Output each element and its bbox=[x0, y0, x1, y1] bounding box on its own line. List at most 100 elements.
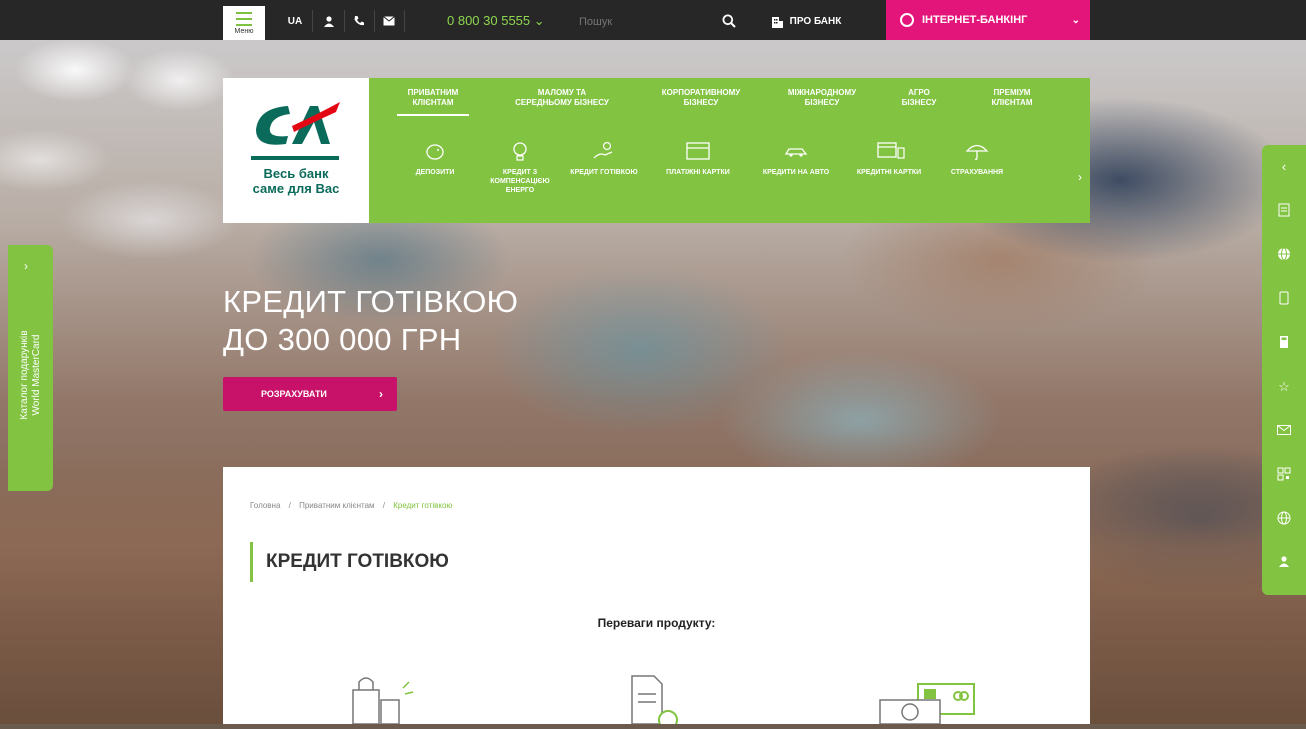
internet-banking-button[interactable]: ІНТЕРНЕТ-БАНКІНГ ⌄ bbox=[886, 0, 1090, 40]
umbrella-icon bbox=[964, 140, 990, 162]
tab-label: ПРЕМІУМ bbox=[993, 88, 1031, 97]
document-icon[interactable] bbox=[1276, 203, 1292, 219]
qr-icon[interactable] bbox=[1276, 467, 1292, 483]
user-icon[interactable] bbox=[1276, 555, 1292, 571]
money-cards-icon bbox=[878, 672, 978, 729]
product-energy-credit[interactable]: КРЕДИТ З КОМПЕНСАЦІЄЮ ЕНЕРГО bbox=[480, 140, 560, 195]
breadcrumb-private-clients[interactable]: Приватним клієнтам bbox=[299, 501, 374, 510]
separator bbox=[404, 10, 405, 32]
gift-catalog-label: Каталог подарунків World MasterCard bbox=[19, 330, 43, 419]
tab-label: ПРИВАТНИМ bbox=[407, 88, 459, 97]
mobile-icon[interactable] bbox=[1276, 291, 1292, 307]
language-switch[interactable]: UA bbox=[280, 8, 310, 34]
tab-agro-business[interactable]: АГРО БІЗНЕСУ bbox=[884, 88, 954, 108]
car-icon bbox=[783, 140, 809, 162]
chevron-down-icon: ⌄ bbox=[1071, 14, 1080, 26]
gift-catalog-tab[interactable]: › Каталог подарунків World MasterCard bbox=[8, 245, 53, 491]
hand-money-icon bbox=[591, 140, 617, 162]
star-icon[interactable]: ☆ bbox=[1276, 379, 1292, 395]
phone-icon[interactable] bbox=[348, 8, 370, 34]
logo-tagline: Весь банк саме для Вас bbox=[223, 166, 369, 196]
logo-tagline-line2: саме для Вас bbox=[252, 181, 340, 196]
mail-icon[interactable] bbox=[378, 8, 400, 34]
product-cash-credit[interactable]: КРЕДИТ ГОТІВКОЮ bbox=[564, 140, 644, 177]
logo-underline bbox=[251, 156, 339, 160]
tab-corporate-business[interactable]: КОРПОРАТИВНОМУ БІЗНЕСУ bbox=[646, 88, 756, 108]
product-label: ДЕПОЗИТИ bbox=[415, 169, 455, 176]
hero-title-line2: ДО 300 000 ГРН bbox=[223, 322, 462, 357]
main-navigation: ПРИВАТНИМ КЛІЄНТАМ МАЛОМУ ТА СЕРЕДНЬОМУ … bbox=[369, 78, 1090, 223]
chevron-right-icon: › bbox=[379, 387, 383, 401]
envelope-icon[interactable] bbox=[1276, 423, 1292, 439]
tab-label: КЛІЄНТАМ bbox=[412, 98, 454, 107]
shopping-bags-icon bbox=[345, 672, 425, 729]
product-deposits[interactable]: ДЕПОЗИТИ bbox=[395, 140, 475, 177]
tab-label: БІЗНЕСУ bbox=[901, 98, 937, 107]
tab-sme-business[interactable]: МАЛОМУ ТА СЕРЕДНЬОМУ БІЗНЕСУ bbox=[507, 88, 617, 108]
tab-premium-clients[interactable]: ПРЕМІУМ КЛІЄНТАМ bbox=[972, 88, 1052, 108]
tab-label: КЛІЄНТАМ bbox=[991, 98, 1033, 107]
product-label: КРЕДИТ ГОТІВКОЮ bbox=[570, 169, 638, 176]
separator bbox=[374, 10, 375, 32]
gift-catalog-line1: Каталог подарунків bbox=[18, 330, 30, 420]
chevron-left-icon[interactable]: ‹ bbox=[1276, 159, 1292, 175]
quick-actions-panel: ‹ ☆ bbox=[1262, 145, 1306, 595]
bank-logo[interactable]: Весь банк саме для Вас bbox=[223, 78, 369, 223]
breadcrumb-separator: / bbox=[288, 501, 291, 510]
product-label: ПЛАТІЖНІ КАРТКИ bbox=[666, 169, 730, 176]
tab-label: АГРО bbox=[908, 88, 930, 97]
tab-label: СЕРЕДНЬОМУ БІЗНЕСУ bbox=[515, 98, 609, 107]
menu-label: Меню bbox=[234, 27, 254, 35]
content-card: Головна / Приватним клієнтам / Кредит го… bbox=[223, 467, 1090, 729]
product-label: КРЕДИТНІ КАРТКИ bbox=[856, 169, 922, 176]
tab-label: КОРПОРАТИВНОМУ bbox=[661, 88, 741, 97]
user-icon[interactable] bbox=[318, 8, 340, 34]
chevron-right-icon: › bbox=[24, 259, 28, 273]
world-icon[interactable] bbox=[1276, 511, 1292, 527]
internet-banking-label: ІНТЕРНЕТ-БАНКІНГ bbox=[922, 14, 1028, 26]
tab-label: БІЗНЕСУ bbox=[804, 98, 840, 107]
product-credit-cards[interactable]: КРЕДИТНІ КАРТКИ bbox=[849, 140, 929, 177]
calculate-button-label: РОЗРАХУВАТИ bbox=[261, 389, 327, 399]
separator bbox=[312, 10, 313, 32]
breadcrumb: Головна / Приватним клієнтам / Кредит го… bbox=[250, 501, 452, 510]
hero-title-line1: КРЕДИТ ГОТІВКОЮ bbox=[223, 284, 519, 319]
product-label: СТРАХУВАННЯ bbox=[950, 169, 1004, 176]
document-check-icon bbox=[626, 672, 686, 729]
tab-label: МІЖНАРОДНОМУ bbox=[787, 88, 857, 97]
card-icon bbox=[685, 140, 711, 162]
logo-tagline-line1: Весь банк bbox=[263, 166, 329, 181]
product-label: КРЕДИТИ НА АВТО bbox=[762, 169, 830, 176]
calculator-icon[interactable] bbox=[1276, 335, 1292, 351]
tab-label: БІЗНЕСУ bbox=[683, 98, 719, 107]
search-icon[interactable] bbox=[718, 8, 740, 34]
globe-icon[interactable] bbox=[1276, 247, 1292, 263]
about-bank-label: ПРО БАНК bbox=[789, 15, 842, 27]
tab-label: МАЛОМУ ТА bbox=[537, 88, 587, 97]
lightbulb-icon bbox=[507, 140, 533, 162]
menu-button[interactable]: Меню bbox=[223, 6, 265, 40]
tab-private-clients[interactable]: ПРИВАТНИМ КЛІЄНТАМ bbox=[397, 88, 469, 116]
product-payment-cards[interactable]: ПЛАТІЖНІ КАРТКИ bbox=[658, 140, 738, 177]
hotline-phone[interactable]: 0 800 30 5555 ⌄ bbox=[447, 8, 545, 34]
advantages-title: Переваги продукту: bbox=[597, 616, 716, 630]
product-insurance[interactable]: СТРАХУВАННЯ bbox=[937, 140, 1017, 177]
breadcrumb-current: Кредит готівкою bbox=[393, 501, 453, 510]
product-car-loans[interactable]: КРЕДИТИ НА АВТО bbox=[756, 140, 836, 177]
search-input[interactable] bbox=[577, 12, 711, 32]
breadcrumb-home[interactable]: Головна bbox=[250, 501, 280, 510]
calculate-button[interactable]: РОЗРАХУВАТИ › bbox=[223, 377, 397, 411]
page-title: КРЕДИТ ГОТІВКОЮ bbox=[250, 542, 449, 582]
globe-icon bbox=[900, 13, 914, 27]
tab-international-business[interactable]: МІЖНАРОДНОМУ БІЗНЕСУ bbox=[772, 88, 872, 108]
piggy-bank-icon bbox=[422, 140, 448, 162]
chevron-right-icon[interactable]: › bbox=[1078, 170, 1082, 184]
about-bank-link[interactable]: ПРО БАНК bbox=[741, 8, 871, 34]
breadcrumb-separator: / bbox=[382, 501, 386, 510]
hero-title: КРЕДИТ ГОТІВКОЮ ДО 300 000 ГРН bbox=[223, 283, 518, 359]
top-bar: Меню UA 0 800 30 5555 ⌄ ПРО БАНК ІНТЕРНЕ… bbox=[0, 0, 1306, 40]
gift-catalog-line2: World MasterCard bbox=[30, 334, 42, 416]
credit-agricole-logo-icon bbox=[256, 102, 340, 145]
building-icon bbox=[771, 16, 783, 28]
product-label: КРЕДИТ З КОМПЕНСАЦІЄЮ ЕНЕРГО bbox=[490, 169, 550, 194]
